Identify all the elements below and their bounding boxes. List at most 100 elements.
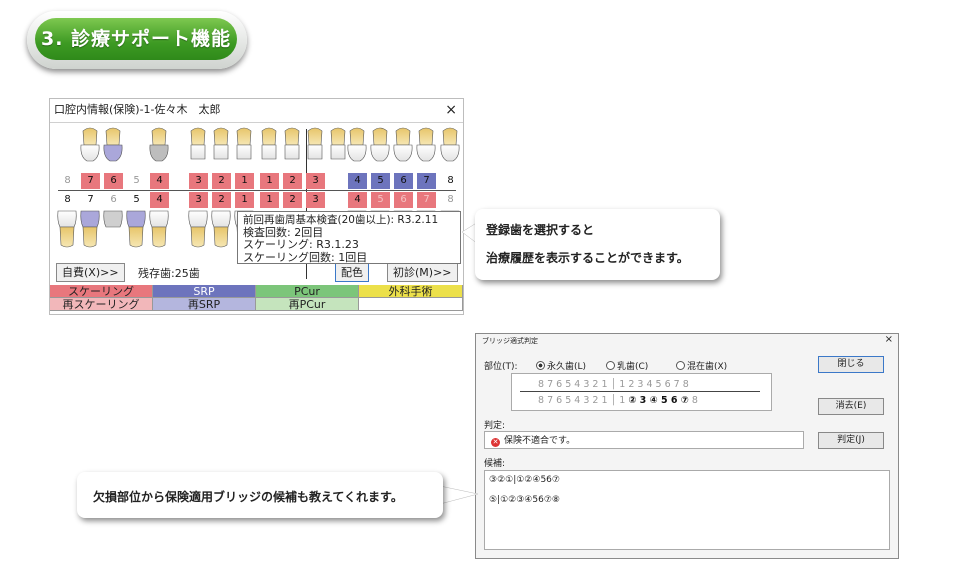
upper-tooth[interactable] [347,127,367,162]
legend-rescaling: 再スケーリング [50,298,153,311]
section-title: 3. 診療サポート機能 [35,18,237,60]
upper-tooth[interactable] [393,127,413,162]
lower-tooth[interactable] [57,210,77,248]
close-button[interactable]: 閉じる [818,356,884,373]
tooth-number[interactable]: 2 [283,192,302,208]
tooth-number[interactable]: 2 [283,173,302,189]
upper-tooth[interactable] [190,127,206,160]
tooth-number[interactable]: 5 [127,192,146,208]
color-button[interactable]: 配色 [335,263,369,282]
tooth-number[interactable]: 7 [417,173,436,189]
upper-tooth[interactable] [370,127,390,162]
window-title: 口腔内情報(保険)-1-佐々木 太郎 [54,103,221,116]
legend-empty [359,298,463,311]
upper-tooth[interactable] [307,127,323,160]
candidate-label: 候補: [484,459,506,469]
callout-text: 欠損部位から保険適用ブリッジの候補も教えてくれます。 [93,490,403,504]
tooth-number[interactable]: 7 [417,192,436,208]
self-pay-button[interactable]: 自費(X)>> [56,263,125,282]
radio-primary[interactable]: 乳歯(C) [606,359,648,372]
candidate-list: ③②①|①②④56⑦ ⑤|①②③④56⑦⑧ [484,470,890,550]
upper-tooth[interactable] [80,127,100,162]
judge-result-text: 保険不適合です。 [504,436,576,446]
tooth-number[interactable]: 2 [212,192,231,208]
judge-label: 判定: [484,421,506,431]
tooth-number[interactable]: 1 [260,192,279,208]
tooth-number[interactable]: 8 [58,192,77,208]
candidate-item[interactable]: ③②①|①②④56⑦ [489,475,560,485]
tooth-number[interactable]: 1 [235,192,254,208]
lower-tooth-numbers: 8765432112345678 [58,192,456,208]
tooltip-line-1: 前回再歯周基本検査(20歯以上): R3.2.11 [243,214,439,226]
radio-permanent[interactable]: 永久歯(L) [536,359,586,372]
radio-dot-icon [536,361,545,370]
selector-lower-selected: ② 3 ④ 5 6 ⑦ [628,395,689,406]
treatment-legend: スケーリング SRP PCur 外科手術 再スケーリング 再SRP 再PCur [50,285,463,313]
tooth-number[interactable]: 4 [348,192,367,208]
upper-tooth[interactable] [330,127,346,160]
upper-tooth[interactable] [284,127,300,160]
callout-pointer [439,485,479,505]
dialog-close-icon[interactable]: × [885,334,893,345]
tooth-number[interactable]: 7 [81,192,100,208]
selector-lower-end: 8 [688,395,698,406]
tooth-number[interactable]: 2 [212,173,231,189]
radio-primary-label: 乳歯(C) [617,362,649,372]
jaw-divider-line [58,190,456,191]
upper-tooth[interactable] [416,127,436,162]
remaining-teeth-count: 残存歯:25歯 [138,267,200,280]
tooth-number[interactable]: 5 [127,173,146,189]
tooth-number[interactable]: 4 [150,192,169,208]
candidate-item[interactable]: ⑤|①②③④56⑦⑧ [489,495,560,505]
close-icon[interactable]: × [445,99,457,121]
upper-tooth[interactable] [261,127,277,160]
upper-tooth[interactable] [236,127,252,160]
judge-button[interactable]: 判定(J) [818,432,884,449]
lower-tooth[interactable] [188,210,208,248]
lower-tooth[interactable] [149,210,169,248]
tooth-number[interactable]: 8 [441,173,460,189]
error-icon: ✕ [491,438,500,447]
radio-mixed[interactable]: 混在歯(X) [676,359,727,372]
lower-tooth[interactable] [126,210,146,248]
judge-result-field: ✕ 保険不適合です。 [484,431,804,449]
upper-tooth[interactable] [149,127,169,162]
radio-dot-icon [676,361,685,370]
radio-permanent-label: 永久歯(L) [547,362,587,372]
tooth-number[interactable]: 3 [306,192,325,208]
tooth-number[interactable]: 3 [306,173,325,189]
legend-scaling: スケーリング [50,285,153,298]
first-visit-button[interactable]: 初診(M)>> [387,263,458,282]
upper-tooth[interactable] [103,127,123,162]
tooth-number[interactable]: 4 [150,173,169,189]
lower-tooth[interactable] [211,210,231,248]
tooth-number[interactable]: 6 [104,173,123,189]
part-label: 部位(T): [484,362,518,372]
upper-tooth[interactable] [213,127,229,160]
tooth-number[interactable]: 8 [441,192,460,208]
tooth-number[interactable]: 8 [58,173,77,189]
radio-dot-icon [606,361,615,370]
legend-srp: SRP [153,285,256,298]
lower-tooth[interactable] [80,210,100,248]
clear-button[interactable]: 消去(E) [818,398,884,415]
tooth-selector[interactable]: 8 7 6 5 4 3 2 1 │ 1 2 3 4 5 6 7 8 8 7 6 … [511,373,772,411]
tooth-number[interactable]: 6 [104,192,123,208]
lower-tooth[interactable] [103,210,123,228]
tooth-number[interactable]: 3 [189,173,208,189]
tooth-number[interactable]: 1 [260,173,279,189]
tooth-number[interactable]: 3 [189,192,208,208]
bridge-candidate-callout: 欠損部位から保険適用ブリッジの候補も教えてくれます。 [77,472,443,518]
upper-tooth[interactable] [440,127,460,162]
callout-line-1: 登録歯を選択すると [486,223,595,237]
selector-lower-left: 8 7 6 5 4 3 2 1 │ 1 [538,395,629,406]
tooth-number[interactable]: 6 [394,192,413,208]
tooth-number[interactable]: 1 [235,173,254,189]
tooth-number[interactable]: 7 [81,173,100,189]
tooth-number[interactable]: 5 [371,192,390,208]
dental-chart-window: 口腔内情報(保険)-1-佐々木 太郎 × 8765432112345678 87… [49,98,464,315]
tooth-number[interactable]: 5 [371,173,390,189]
upper-tooth-numbers: 8765432112345678 [58,173,456,189]
tooth-number[interactable]: 6 [394,173,413,189]
tooth-number[interactable]: 4 [348,173,367,189]
